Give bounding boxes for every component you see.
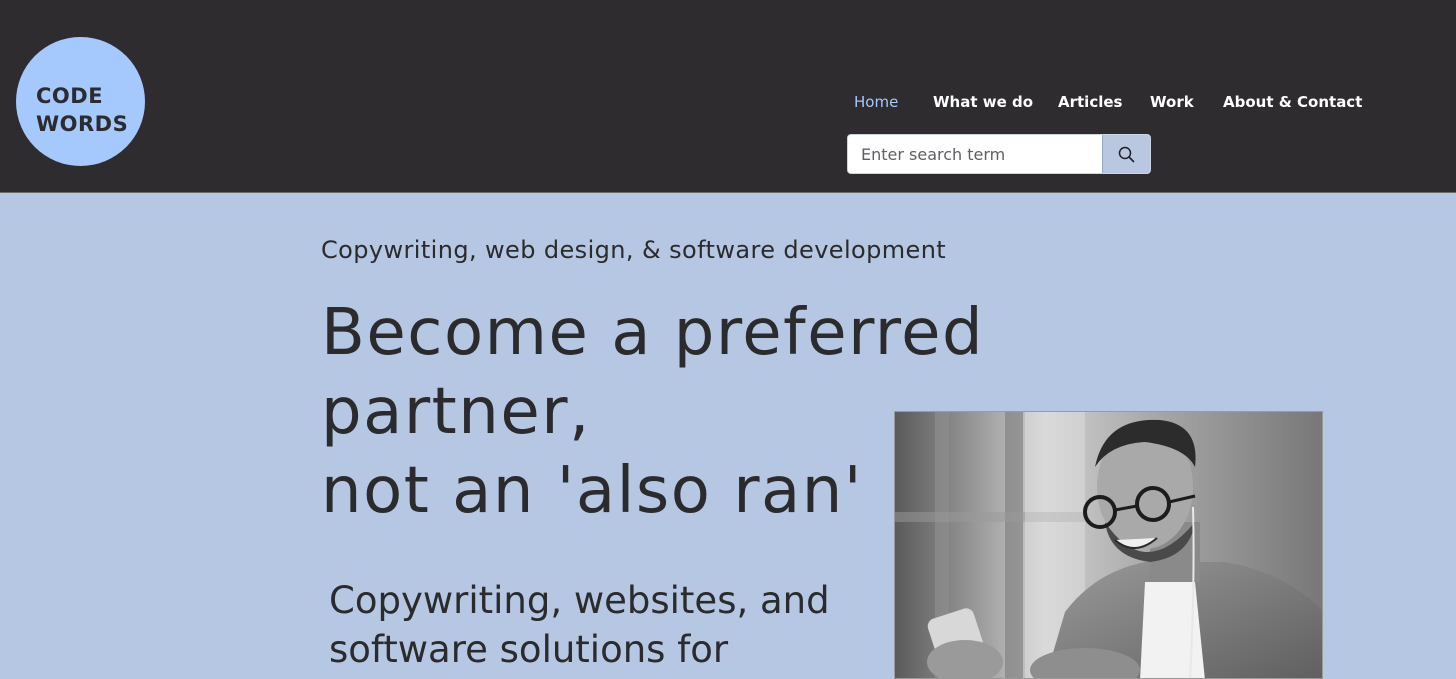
- nav-item-home[interactable]: Home: [854, 90, 898, 114]
- hero-headline-line1: Become a preferred partner,: [321, 296, 985, 449]
- hero-headline-line2: not an 'also ran': [321, 454, 863, 528]
- hero-subheading-line2: software solutions for: [329, 628, 729, 671]
- nav-item-about-contact[interactable]: About & Contact: [1223, 90, 1362, 114]
- magnifier-icon: [1118, 146, 1135, 163]
- hero-subheading: Copywriting, websites, and software solu…: [329, 576, 869, 674]
- logo-text-line2: WORDS: [36, 112, 129, 136]
- nav-item-articles[interactable]: Articles: [1058, 90, 1122, 114]
- site-logo[interactable]: CODE WORDS: [16, 37, 145, 166]
- hero-photo: [894, 411, 1323, 679]
- search-bar: [847, 134, 1151, 174]
- nav-item-what-we-do[interactable]: What we do: [933, 90, 1033, 114]
- hero-tagline: Copywriting, web design, & software deve…: [321, 236, 947, 264]
- search-input[interactable]: [848, 135, 1102, 173]
- search-button[interactable]: [1102, 135, 1150, 173]
- nav-item-work[interactable]: Work: [1150, 90, 1194, 114]
- site-header: CODE WORDS Home What we do Articles Work…: [0, 0, 1456, 193]
- man-with-phone-photo: [895, 412, 1322, 678]
- logo-text-line1: CODE: [36, 84, 104, 108]
- hero-subheading-line1: Copywriting, websites, and: [329, 579, 830, 622]
